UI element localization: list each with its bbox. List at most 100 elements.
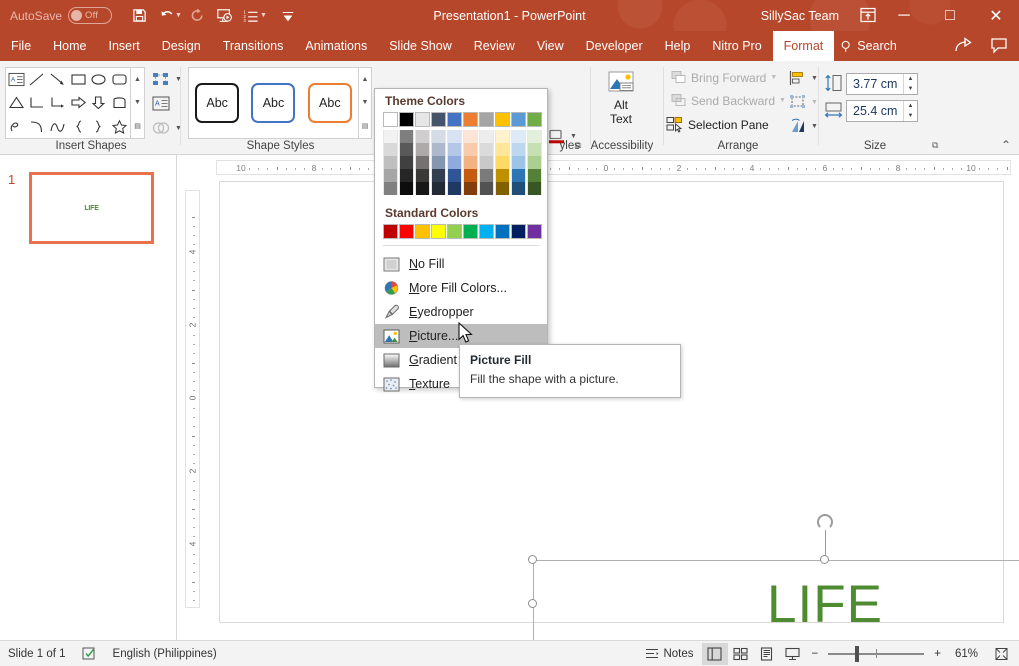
height-down-arrow[interactable]: ▼ (904, 84, 917, 94)
theme-color-9[interactable] (527, 112, 542, 127)
theme-variant-9-2[interactable] (527, 156, 542, 169)
theme-color-7[interactable] (495, 112, 510, 127)
standard-color-4[interactable] (447, 224, 462, 239)
theme-variant-column-1[interactable] (399, 130, 414, 195)
shape-styles-gallery[interactable]: Abc Abc Abc (188, 67, 359, 139)
align-button[interactable]: ▼ (786, 69, 821, 87)
zoom-out-button[interactable]: − (806, 641, 825, 666)
slideshow-icon[interactable] (780, 643, 806, 665)
normal-view-icon[interactable] (702, 643, 728, 665)
theme-variant-5-1[interactable] (463, 143, 478, 156)
theme-variant-7-0[interactable] (495, 130, 510, 143)
theme-variant-8-4[interactable] (511, 182, 526, 195)
rotate-caret[interactable]: ▼ (811, 123, 818, 130)
shape-line[interactable] (27, 68, 48, 91)
tab-slide-show[interactable]: Slide Show (378, 31, 463, 61)
save-icon[interactable] (126, 2, 153, 29)
menu-item-eyedropper[interactable]: Eyedropper (375, 300, 547, 324)
tab-format[interactable]: Format (773, 31, 835, 61)
handle-middle-left[interactable] (528, 599, 537, 608)
shape-curve[interactable] (27, 115, 48, 138)
shapes-more[interactable]: ▤ (131, 115, 144, 138)
slide-count[interactable]: Slide 1 of 1 (0, 641, 74, 666)
standard-color-8[interactable] (511, 224, 526, 239)
theme-variant-2-1[interactable] (415, 143, 430, 156)
shape-height-spinner[interactable]: ▲▼ (903, 74, 917, 94)
styles-scroll-up[interactable]: ▲ (359, 68, 371, 91)
group-button[interactable]: ▼ (786, 93, 821, 111)
theme-variant-column-7[interactable] (495, 130, 510, 195)
tab-view[interactable]: View (526, 31, 575, 61)
styles-scroll-down[interactable]: ▼ (359, 91, 371, 114)
notes-button[interactable]: Notes (637, 641, 701, 666)
handle-top-center[interactable] (820, 555, 829, 564)
language-indicator[interactable]: English (Philippines) (105, 641, 225, 666)
wordart-dialog-launcher[interactable]: ⧉ (575, 140, 581, 151)
shape-triangle[interactable] (6, 91, 27, 114)
shape-oval[interactable] (89, 68, 110, 91)
tab-review[interactable]: Review (463, 31, 526, 61)
standard-color-5[interactable] (463, 224, 478, 239)
width-up-arrow[interactable]: ▲ (904, 101, 917, 111)
theme-variant-8-1[interactable] (511, 143, 526, 156)
theme-variant-5-0[interactable] (463, 130, 478, 143)
theme-variant-6-3[interactable] (479, 169, 494, 182)
theme-variant-2-3[interactable] (415, 169, 430, 182)
theme-variant-0-4[interactable] (383, 182, 398, 195)
shape-style-thumb-3[interactable]: Abc (308, 83, 352, 123)
theme-variant-3-2[interactable] (431, 156, 446, 169)
shape-flowchart[interactable] (109, 91, 130, 114)
draw-textbox-button[interactable]: A (148, 94, 174, 113)
theme-variant-4-1[interactable] (447, 143, 462, 156)
standard-color-2[interactable] (415, 224, 430, 239)
group-caret[interactable]: ▼ (811, 99, 818, 106)
close-button[interactable]: ✕ (973, 0, 1019, 31)
reading-view-icon[interactable] (754, 643, 780, 665)
shape-outline-caret[interactable]: ▼ (570, 133, 577, 140)
theme-color-6[interactable] (479, 112, 494, 127)
theme-variant-2-4[interactable] (415, 182, 430, 195)
maximize-button[interactable]: □ (927, 0, 973, 31)
theme-variant-6-1[interactable] (479, 143, 494, 156)
theme-variant-4-4[interactable] (447, 182, 462, 195)
theme-variant-6-0[interactable] (479, 130, 494, 143)
menu-item-more-fill-colors[interactable]: More Fill Colors... (375, 276, 547, 300)
theme-variant-4-2[interactable] (447, 156, 462, 169)
theme-variant-column-4[interactable] (447, 130, 462, 195)
account-name[interactable]: SillySac Team (761, 9, 839, 23)
theme-variant-2-0[interactable] (415, 130, 430, 143)
rotate-button[interactable]: ▼ (786, 117, 821, 135)
align-caret[interactable]: ▼ (811, 75, 818, 82)
tab-home[interactable]: Home (42, 31, 97, 61)
shapes-scroll-down[interactable]: ▼ (131, 91, 144, 114)
autosave-toggle[interactable]: Off (68, 7, 112, 24)
shape-right-brace[interactable] (89, 115, 110, 138)
alt-text-button[interactable]: Alt Text (598, 69, 644, 127)
qat-overflow-icon[interactable] (275, 2, 302, 29)
theme-variant-6-2[interactable] (479, 156, 494, 169)
insert-shapes-gallery[interactable]: A (5, 67, 131, 139)
handle-top-left[interactable] (528, 555, 537, 564)
styles-more[interactable]: ▤ (359, 115, 371, 138)
search-box[interactable]: Search (840, 31, 897, 61)
theme-variant-8-2[interactable] (511, 156, 526, 169)
theme-variant-1-4[interactable] (399, 182, 414, 195)
shape-elbow-connector[interactable] (27, 91, 48, 114)
shapes-scroll-up[interactable]: ▲ (131, 68, 144, 91)
theme-color-8[interactable] (511, 112, 526, 127)
tab-insert[interactable]: Insert (98, 31, 151, 61)
rotate-handle[interactable] (817, 514, 833, 530)
tab-file[interactable]: File (0, 31, 42, 61)
theme-variant-7-1[interactable] (495, 143, 510, 156)
width-down-arrow[interactable]: ▼ (904, 111, 917, 121)
standard-color-1[interactable] (399, 224, 414, 239)
theme-variant-7-4[interactable] (495, 182, 510, 195)
start-from-beginning-icon[interactable] (211, 2, 238, 29)
shape-style-thumb-1[interactable]: Abc (195, 83, 239, 123)
standard-color-6[interactable] (479, 224, 494, 239)
standard-color-0[interactable] (383, 224, 398, 239)
collapse-ribbon-button[interactable]: ⌃ (1001, 138, 1011, 152)
shape-style-thumb-2[interactable]: Abc (251, 83, 295, 123)
shape-star[interactable] (109, 115, 130, 138)
shape-textbox[interactable]: A (6, 68, 27, 91)
